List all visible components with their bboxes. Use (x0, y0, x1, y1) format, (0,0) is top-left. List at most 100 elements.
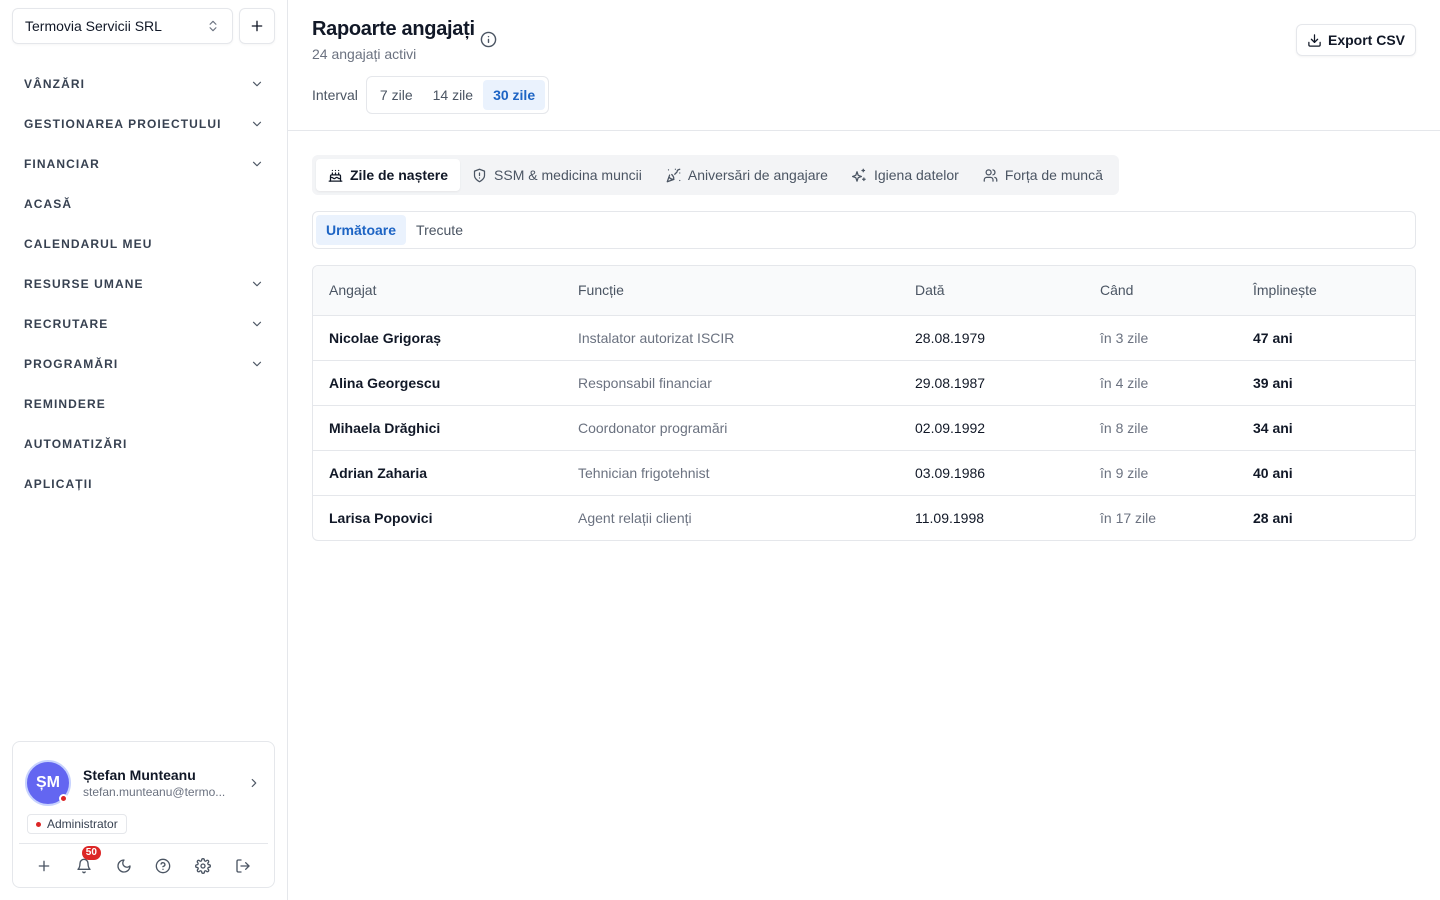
birth-date-cell: 28.08.1979 (899, 315, 1084, 361)
user-info: Ștefan Munteanu stefan.munteanu@termo... (83, 767, 246, 799)
chevron-down-icon (250, 277, 264, 291)
org-switcher[interactable]: Termovia Servicii SRL (12, 8, 233, 44)
tab-ssm-medicina-muncii[interactable]: SSM & medicina muncii (460, 159, 654, 191)
table-header-row: Angajat Funcție Dată Când Împlinește (313, 266, 1415, 316)
sidebar-item-remindere[interactable]: REMINDERE (12, 384, 276, 424)
party-popper-icon (666, 168, 681, 183)
export-label: Export CSV (1327, 32, 1405, 48)
sidebar-item-label: REMINDERE (24, 397, 106, 411)
sidebar-item-financiar[interactable]: FINANCIAR (12, 144, 276, 184)
shield-icon (472, 168, 487, 183)
sidebar-item-programari[interactable]: PROGRAMĂRI (12, 344, 276, 384)
tab-label: Forța de muncă (1004, 167, 1103, 183)
table-row[interactable]: Larisa Popovici Agent relații clienți 11.0… (313, 495, 1415, 540)
sidebar-item-acasa[interactable]: ACASĂ (12, 184, 276, 224)
birth-date-cell: 02.09.1992 (899, 405, 1084, 451)
sparkles-icon (851, 168, 867, 183)
sidebar-item-label: CALENDARUL MEU (24, 237, 153, 251)
chevron-down-icon (250, 117, 264, 131)
add-org-button[interactable] (239, 8, 275, 44)
sidebar-item-label: ACASĂ (24, 197, 73, 211)
role-dot (36, 821, 41, 827)
logout-icon[interactable] (232, 855, 254, 877)
sidebar-nav: VÂNZĂRI GESTIONAREA PROIECTULUI FINANCIAR A… (12, 64, 276, 504)
interval-selector: Interval 7 zile 14 zile 30 zile (312, 76, 550, 114)
table-row[interactable]: Alina Georgescu Responsabil financiar 29.0… (313, 360, 1415, 406)
days-until-cell: în 3 zile (1084, 315, 1237, 361)
sidebar-item-label: VÂNZĂRI (24, 77, 86, 91)
tab-aniversari-de-angajare[interactable]: Aniversări de angajare (654, 159, 840, 191)
page-subtitle: 24 angajați activi (312, 46, 417, 62)
subtab-trecute[interactable]: Trecute (406, 215, 473, 245)
sidebar-item-vanzari[interactable]: VÂNZĂRI (12, 64, 276, 104)
sidebar-item-calendarul-meu[interactable]: CALENDARUL MEU (12, 224, 276, 264)
interval-segmented-control: 7 zile 14 zile 30 zile (365, 76, 550, 114)
column-header-implineste[interactable]: Împlinește (1237, 266, 1415, 316)
help-circle-icon[interactable] (152, 855, 174, 877)
column-header-functie[interactable]: Funcție (562, 266, 899, 316)
status-dot (59, 794, 68, 803)
plus-icon (249, 18, 265, 34)
tab-label: Zile de naștere (350, 167, 449, 183)
avatar: ȘM (25, 760, 71, 806)
sidebar-item-aplicatii[interactable]: APLICAȚII (12, 464, 276, 504)
sidebar-item-gestionarea-proiectului[interactable]: GESTIONAREA PROIECTULUI (12, 104, 276, 144)
interval-label: Interval (312, 87, 358, 103)
days-until-cell: în 17 zile (1100, 509, 1157, 526)
birth-date-cell: 29.08.1987 (899, 360, 1084, 406)
interval-option-14-zile[interactable]: 14 zile (423, 80, 483, 110)
sidebar-item-label: PROGRAMĂRI (24, 357, 119, 371)
info-icon[interactable] (480, 31, 498, 49)
page-header: Rapoarte angajați 24 angajați activi Int… (288, 0, 1440, 131)
sidebar-item-recrutare[interactable]: RECRUTARE (12, 304, 276, 344)
sidebar-item-label: AUTOMATIZĂRI (24, 437, 128, 451)
export-csv-button[interactable]: Export CSV (1295, 24, 1416, 56)
subtab-urmatoare[interactable]: Următoare (316, 215, 407, 245)
job-title-cell: Tehnician frigotehnist (562, 450, 899, 496)
user-card: ȘM Ștefan Munteanu stefan.munteanu@termo… (12, 741, 275, 888)
gear-icon[interactable] (192, 855, 214, 877)
tab-igiena-datelor[interactable]: Igiena datelor (840, 159, 971, 191)
column-header-data[interactable]: Dată (899, 266, 1084, 316)
employee-name-cell: Adrian Zaharia (313, 450, 562, 496)
tab-label: SSM & medicina muncii (494, 167, 642, 183)
bell-icon[interactable]: 50 (73, 845, 101, 877)
table-row[interactable]: Mihaela Drăghici Coordonator programări 02… (313, 405, 1415, 451)
tab-label: Aniversări de angajare (687, 167, 828, 183)
employee-name-cell: Mihaela Drăghici (313, 405, 562, 451)
tab-forta-de-munca[interactable]: Forța de muncă (971, 159, 1115, 191)
table-row[interactable]: Nicolae Grigoraș Instalator autorizat ISC… (313, 315, 1415, 361)
column-header-cand[interactable]: Când (1084, 266, 1237, 316)
column-header-angajat[interactable]: Angajat (313, 266, 562, 316)
user-email: stefan.munteanu@termo... (83, 785, 226, 799)
table-row[interactable]: Adrian Zaharia Tehnician frigotehnist 03.0… (313, 450, 1415, 496)
table-body: Nicolae Grigoraș Instalator autorizat ISC… (313, 315, 1415, 540)
tab-zile-de-nastere[interactable]: Zile de naștere (316, 159, 461, 191)
org-name: Termovia Servicii SRL (25, 18, 162, 34)
moon-icon[interactable] (113, 855, 135, 877)
sidebar-item-automatizari[interactable]: AUTOMATIZĂRI (12, 424, 276, 464)
period-subtabs: Următoare Trecute (312, 211, 1416, 249)
user-profile-button[interactable]: ȘM Ștefan Munteanu stefan.munteanu@termo… (13, 742, 274, 812)
interval-option-7-zile[interactable]: 7 zile (370, 80, 423, 110)
chevron-down-icon (250, 317, 264, 331)
age-turning-cell: 39 ani (1237, 360, 1415, 406)
users-icon (983, 168, 998, 183)
sidebar-item-label: RESURSE UMANE (24, 277, 144, 291)
org-row: Termovia Servicii SRL (12, 8, 275, 44)
sidebar-item-resurse-umane[interactable]: RESURSE UMANE (12, 264, 276, 304)
days-until-cell: în 8 zile (1084, 405, 1237, 451)
age-turning-cell: 28 ani (1253, 509, 1293, 526)
notification-count-badge: 50 (81, 845, 101, 860)
report-tabs: Zile de naștere SSM & medicina muncii Aniv… (312, 155, 1119, 195)
birth-date-cell: 03.09.1986 (899, 450, 1084, 496)
birthdays-table: Angajat Funcție Dată Când Împlinește Nicolae… (312, 265, 1416, 541)
avatar-initials: ȘM (36, 774, 60, 791)
plus-icon[interactable] (33, 855, 55, 877)
employee-name-cell: Nicolae Grigoraș (313, 315, 562, 361)
chevron-right-icon (246, 776, 262, 790)
sidebar-item-label: RECRUTARE (24, 317, 109, 331)
interval-option-30-zile[interactable]: 30 zile (483, 80, 546, 110)
employee-name-cell: Alina Georgescu (313, 360, 562, 406)
user-actions: 50 (19, 843, 268, 887)
